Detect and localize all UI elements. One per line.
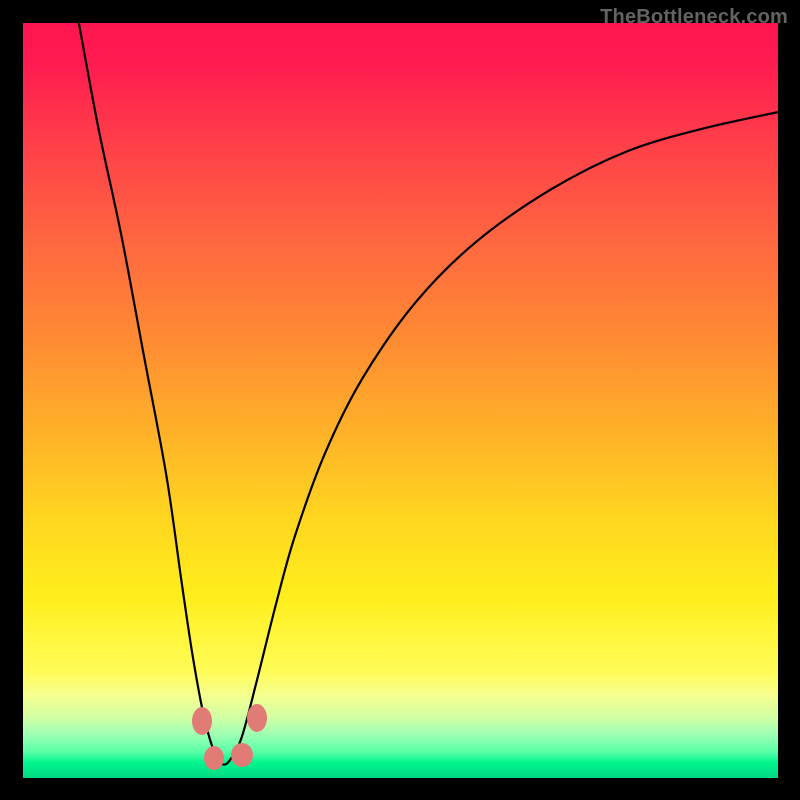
plot-area: [23, 23, 778, 778]
curve-marker-right-lower: [231, 743, 253, 767]
watermark-text: TheBottleneck.com: [600, 6, 788, 29]
curve-marker-left-upper: [192, 707, 212, 735]
chart-container: TheBottleneck.com: [0, 0, 800, 800]
curve-marker-left-lower: [204, 746, 224, 770]
curve-marker-right-upper: [247, 704, 267, 732]
bottleneck-curve: [23, 23, 778, 778]
